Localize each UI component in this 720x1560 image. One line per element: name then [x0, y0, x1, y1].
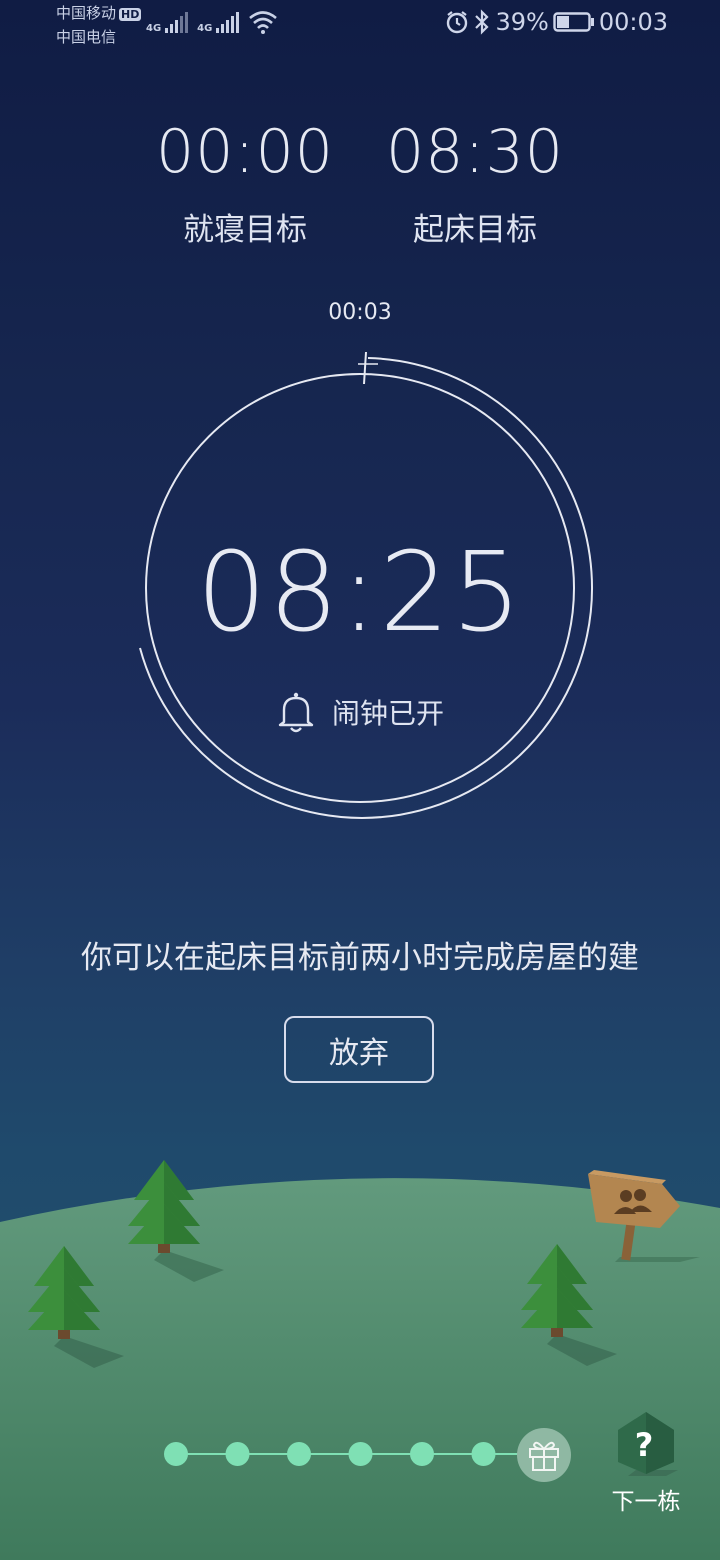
signal-group: 4G 4G — [146, 10, 278, 34]
next-house-label[interactable]: 下一栋 — [598, 1482, 694, 1516]
hint-text: 你可以在起床目标前两小时完成房屋的建 — [81, 940, 639, 976]
remaining-time: 08:25 — [196, 528, 524, 656]
bell-icon — [278, 692, 314, 733]
current-time: 00:03 — [328, 300, 392, 325]
dial-marker — [363, 351, 367, 385]
progress-dot — [225, 1442, 250, 1466]
alarm-icon — [447, 11, 468, 34]
hd-badge: HD — [119, 8, 142, 21]
progress-dot — [164, 1442, 188, 1466]
battery-icon — [553, 12, 594, 32]
gift-button[interactable] — [517, 1428, 571, 1482]
gift-icon — [529, 1441, 559, 1471]
wake-target-label: 起床目标 — [413, 212, 537, 248]
signal-icon: 4G — [146, 12, 189, 34]
status-time: 00:03 — [598, 8, 668, 36]
carrier-1: 中国移动 — [56, 4, 117, 22]
signal-icon: 4G — [197, 12, 240, 34]
alarm-label: 闹钟已开 — [331, 697, 444, 730]
battery-percent: 39% — [495, 8, 549, 36]
sleep-target[interactable]: 00:00 就寝目标 — [145, 120, 345, 249]
carrier-info: 中国移动 HD 中国电信 — [56, 2, 142, 48]
wake-target[interactable]: 08:30 起床目标 — [375, 120, 575, 249]
house-question-icon[interactable]: ? — [608, 1404, 688, 1480]
alarm-status[interactable]: 闹钟已开 — [0, 690, 720, 734]
network-type-2: 4G — [197, 23, 213, 34]
status-bar: 中国移动 HD 中国电信 4G 4G 39% 00:03 — [0, 0, 720, 48]
status-right: 39% 00:03 — [445, 8, 668, 36]
sleep-target-time: 00:00 — [156, 117, 334, 187]
progress-dot — [410, 1442, 434, 1466]
bluetooth-icon — [475, 9, 490, 35]
give-up-button[interactable]: 放弃 — [284, 1016, 434, 1083]
network-type-1: 4G — [146, 23, 162, 34]
progress-dot — [287, 1442, 311, 1466]
progress-dot — [471, 1442, 496, 1466]
wifi-icon — [249, 11, 278, 34]
wake-target-time: 08:30 — [386, 117, 564, 187]
svg-text:?: ? — [635, 1426, 654, 1464]
sleep-target-label: 就寝目标 — [183, 212, 307, 248]
progress-dot — [348, 1442, 373, 1466]
people-sign-icon[interactable] — [580, 1162, 710, 1272]
carrier-2: 中国电信 — [56, 28, 117, 46]
